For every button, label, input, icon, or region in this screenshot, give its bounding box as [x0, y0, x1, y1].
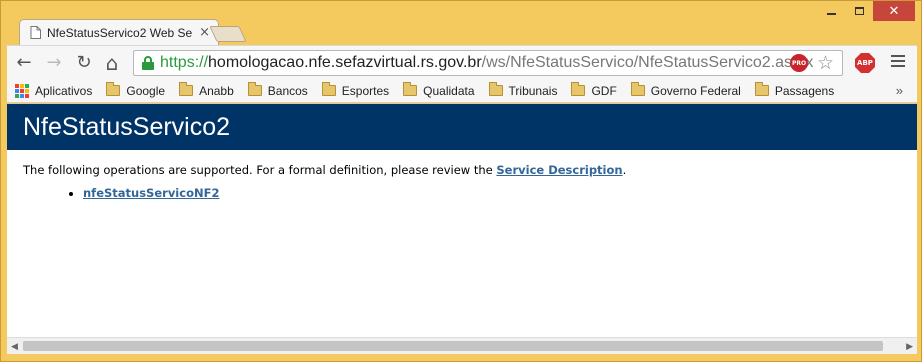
minimize-icon: [826, 13, 836, 15]
url-text[interactable]: https://homologacao.nfe.sefazvirtual.rs.…: [160, 54, 813, 72]
home-button[interactable]: ⌂: [101, 52, 123, 74]
new-tab-button[interactable]: [209, 26, 247, 42]
operations-list: nfeStatusServicoNF2: [83, 186, 917, 200]
bookmark-label: Tribunais: [508, 83, 558, 98]
bookmark-label: Google: [126, 83, 166, 98]
apps-icon: [15, 83, 29, 98]
intro-text-before: The following operations are supported. …: [23, 163, 497, 177]
bookmark-folder[interactable]: Esportes: [321, 82, 390, 98]
operation-link[interactable]: nfeStatusServicoNF2: [83, 186, 219, 200]
close-window-button[interactable]: ✕: [873, 1, 915, 21]
maximize-button[interactable]: [845, 1, 873, 21]
bookmark-folder[interactable]: Anabb: [179, 82, 234, 98]
folder-icon: [106, 82, 121, 96]
url-scheme: https://: [160, 54, 209, 71]
folder-icon: [488, 82, 503, 96]
scroll-left-icon[interactable]: ◀: [11, 342, 18, 352]
bookmark-folder[interactable]: Qualidata: [403, 82, 475, 98]
back-button[interactable]: ←: [13, 52, 35, 74]
bookmark-folder[interactable]: GDF: [571, 82, 617, 98]
scrollbar-thumb[interactable]: [23, 341, 883, 351]
bookmark-label: Governo Federal: [650, 83, 741, 98]
folder-icon: [630, 82, 645, 96]
adblock-icon[interactable]: ABP: [855, 53, 875, 73]
page-icon: [30, 26, 41, 39]
bookmark-label: Aplicativos: [35, 83, 93, 98]
bookmark-label: Qualidata: [423, 83, 475, 98]
lock-icon: [142, 56, 154, 70]
tab-close-icon[interactable]: ×: [199, 25, 210, 40]
page-title: NfeStatusServico2: [7, 104, 917, 150]
bookmark-label: GDF: [591, 83, 617, 98]
bookmark-label: Esportes: [341, 83, 390, 98]
bookmark-label: Bancos: [267, 83, 308, 98]
bookmark-label: Anabb: [199, 83, 234, 98]
window-controls: ✕: [817, 1, 915, 23]
bookmark-folder[interactable]: Bancos: [247, 82, 308, 98]
more-bookmarks-icon[interactable]: »: [896, 83, 903, 98]
bookmark-label: Passagens: [774, 83, 835, 98]
browser-window: ✕ NfeStatusServico2 Web Se × ← → ↻ ⌂ htt…: [0, 0, 922, 362]
bookmark-star-icon[interactable]: ☆: [817, 52, 834, 74]
reload-button[interactable]: ↻: [73, 52, 95, 74]
folder-icon: [321, 82, 336, 96]
service-description-link[interactable]: Service Description: [496, 163, 622, 177]
bookmarks-bar: Aplicativos Google Anabb Bancos Esportes…: [7, 79, 917, 103]
bookmark-folder[interactable]: Tribunais: [488, 82, 558, 98]
bookmark-folder[interactable]: Google: [106, 82, 166, 98]
intro-text: The following operations are supported. …: [23, 163, 917, 177]
horizontal-scrollbar[interactable]: ◀ ▶: [7, 337, 917, 354]
url-path: /ws/NfeStatusServico/NfeStatusServico2.a…: [481, 54, 814, 71]
url-host: homologacao.nfe.sefazvirtual.rs.gov.br: [208, 54, 482, 71]
list-item: nfeStatusServicoNF2: [83, 186, 917, 200]
pro-extension-icon[interactable]: PRO: [790, 54, 808, 72]
page-content: NfeStatusServico2 The following operatio…: [7, 104, 917, 337]
scroll-right-icon[interactable]: ▶: [906, 342, 913, 352]
folder-icon: [571, 82, 586, 96]
bookmark-folder[interactable]: Passagens: [754, 82, 835, 98]
forward-button[interactable]: →: [43, 52, 65, 74]
bookmark-apps[interactable]: Aplicativos: [15, 83, 93, 98]
tab-active[interactable]: NfeStatusServico2 Web Se ×: [19, 19, 219, 45]
maximize-icon: [854, 7, 864, 15]
minimize-button[interactable]: [817, 1, 845, 21]
address-bar[interactable]: https://homologacao.nfe.sefazvirtual.rs.…: [133, 50, 843, 76]
tab-title: NfeStatusServico2 Web Se: [47, 25, 193, 40]
bookmark-folder[interactable]: Governo Federal: [630, 82, 741, 98]
intro-text-after: .: [622, 163, 627, 177]
folder-icon: [179, 82, 194, 96]
folder-icon: [247, 82, 262, 96]
toolbar: ← → ↻ ⌂ https://homologacao.nfe.sefazvir…: [7, 45, 917, 79]
folder-icon: [403, 82, 418, 96]
folder-icon: [754, 82, 769, 96]
menu-icon[interactable]: [891, 55, 905, 70]
